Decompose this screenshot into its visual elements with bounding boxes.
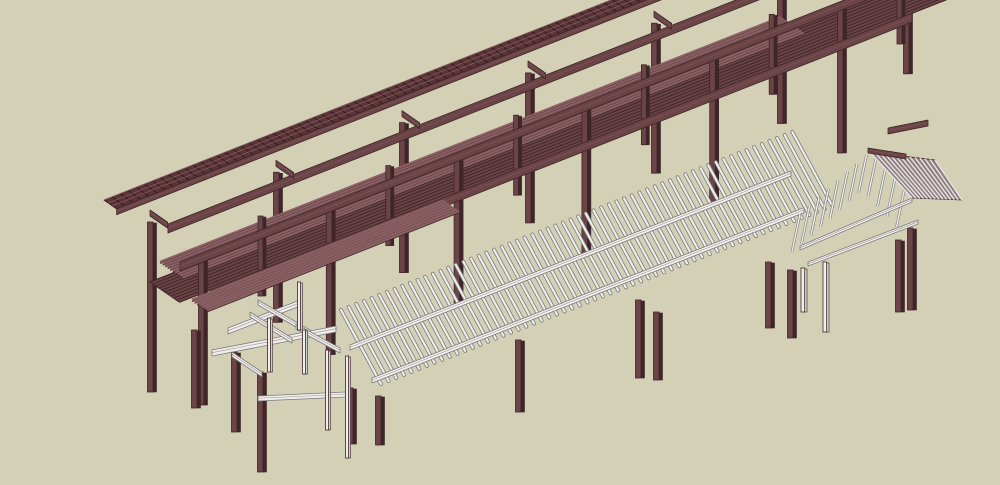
front-post — [515, 339, 525, 413]
model-viewport[interactable] — [0, 0, 1000, 485]
front-post — [653, 311, 663, 381]
timber-frame-drawing — [103, 0, 963, 473]
scaffold-beam-low — [257, 391, 347, 402]
white-post — [325, 349, 331, 431]
upper-post — [641, 64, 650, 146]
upper-post — [513, 114, 522, 196]
white-post — [800, 267, 808, 313]
front-post — [231, 351, 241, 433]
white-post — [267, 317, 273, 373]
front-post — [191, 329, 201, 409]
front-post — [635, 299, 645, 379]
white-post — [297, 281, 303, 331]
white-post — [822, 261, 830, 333]
front-post — [257, 371, 267, 473]
white-post — [302, 329, 308, 375]
front-post — [895, 239, 905, 313]
front-post — [787, 269, 797, 339]
floor-joist — [159, 15, 782, 264]
white-post — [345, 355, 351, 459]
front-post — [765, 261, 775, 329]
projecting-beam — [887, 119, 929, 135]
middle-post — [837, 2, 847, 154]
front-post — [907, 227, 917, 311]
upper-post — [768, 13, 778, 95]
front-post — [375, 395, 385, 446]
back-post — [147, 221, 157, 393]
floor-joist — [179, 29, 802, 278]
